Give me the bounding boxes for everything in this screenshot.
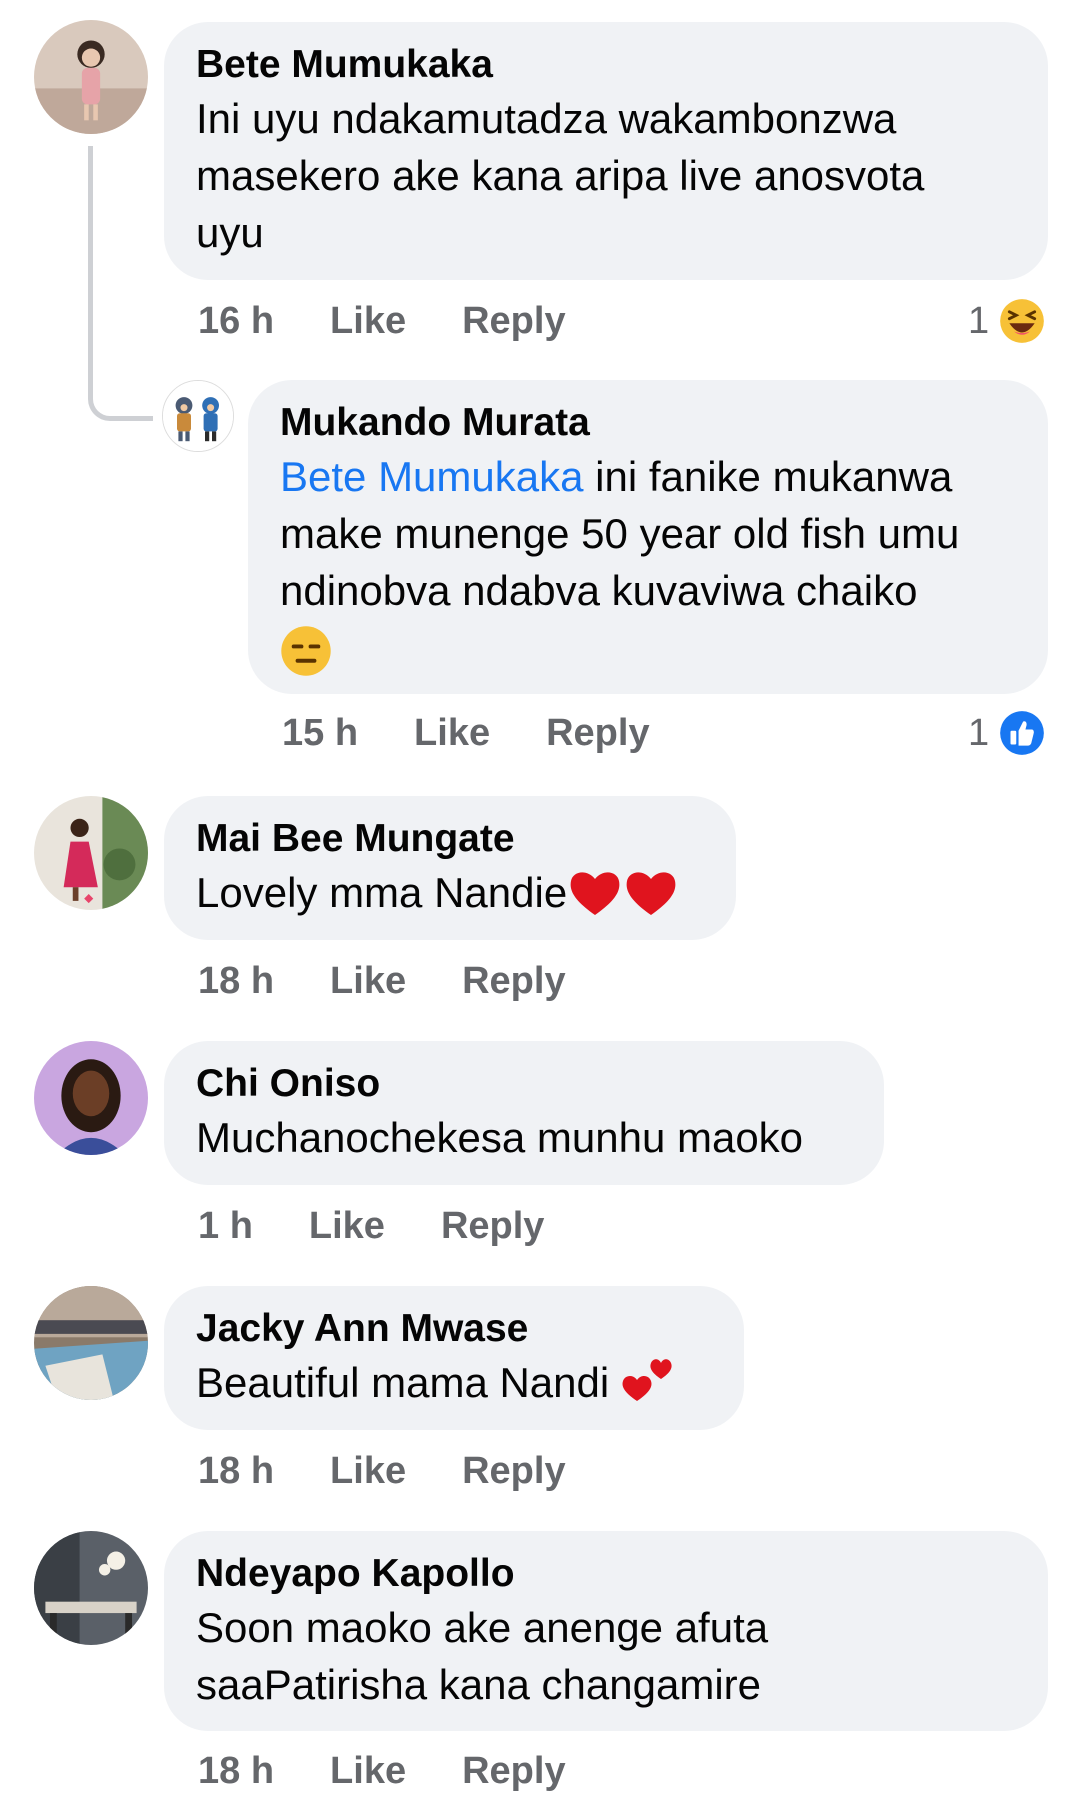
comment-text-line: Bete Mumukaka ini fanike mukanwa bbox=[280, 448, 1016, 505]
comment-actions: 1 h Like Reply bbox=[198, 1201, 544, 1251]
like-thumb-icon bbox=[1000, 711, 1044, 755]
comment-emoji-line bbox=[280, 619, 1016, 676]
comment-time[interactable]: 16 h bbox=[198, 300, 274, 343]
comment-author[interactable]: Mukando Murata bbox=[280, 398, 1016, 448]
cartoon-figures-avatar bbox=[163, 381, 233, 451]
comment-bubble: Chi Oniso Muchanochekesa munhu maoko bbox=[164, 1041, 884, 1185]
comment-author[interactable]: Ndeyapo Kapollo bbox=[196, 1549, 1016, 1599]
laughing-face-icon bbox=[1000, 299, 1044, 343]
avatar[interactable] bbox=[34, 1286, 148, 1400]
reply-button[interactable]: Reply bbox=[546, 712, 649, 755]
expressionless-face-icon bbox=[281, 626, 331, 676]
woman-portrait-avatar bbox=[34, 1041, 148, 1155]
comment-time[interactable]: 15 h bbox=[282, 712, 358, 755]
comment-author[interactable]: Chi Oniso bbox=[196, 1059, 852, 1109]
like-button[interactable]: Like bbox=[330, 960, 406, 1003]
reaction-count: 1 bbox=[968, 299, 990, 342]
comment-bubble: Jacky Ann Mwase Beautiful mama Nandi bbox=[164, 1286, 744, 1430]
comment-text-line: masekero ake kana aripa live anosvota bbox=[196, 152, 925, 199]
reaction-summary[interactable]: 1 bbox=[968, 708, 1045, 758]
comment-time[interactable]: 18 h bbox=[198, 1750, 274, 1793]
like-button[interactable]: Like bbox=[330, 1450, 406, 1493]
comment-actions: 18 h Like Reply bbox=[198, 956, 566, 1006]
reply-button[interactable]: Reply bbox=[462, 1750, 565, 1793]
comment-text-line: make munenge 50 year old fish umu bbox=[280, 510, 960, 557]
woman-red-dress-avatar bbox=[34, 796, 148, 910]
reply-button[interactable]: Reply bbox=[462, 300, 565, 343]
comment-text-line: uyu bbox=[196, 209, 264, 256]
dining-room-avatar bbox=[34, 1531, 148, 1645]
comment-author[interactable]: Mai Bee Mungate bbox=[196, 814, 704, 864]
mention-link[interactable]: Bete Mumukaka bbox=[280, 453, 583, 500]
reaction-summary[interactable]: 1 bbox=[968, 296, 1045, 346]
avatar[interactable] bbox=[34, 796, 148, 910]
comment-text: Beautiful mama Nandi bbox=[196, 1359, 621, 1406]
avatar[interactable] bbox=[34, 20, 148, 134]
like-button[interactable]: Like bbox=[330, 300, 406, 343]
like-button[interactable]: Like bbox=[309, 1205, 385, 1248]
comment-text: Lovely mma Nandie bbox=[196, 869, 568, 916]
like-button[interactable]: Like bbox=[414, 712, 490, 755]
comment-text-line: Ini uyu ndakamutadza wakambonzwa bbox=[196, 95, 897, 142]
comment-text-line: ndinobva ndabva kuvaviwa chaiko bbox=[280, 567, 918, 614]
reply-button[interactable]: Reply bbox=[462, 1450, 565, 1493]
like-button[interactable]: Like bbox=[330, 1750, 406, 1793]
comment-time[interactable]: 18 h bbox=[198, 1450, 274, 1493]
comment-text-line: Lovely mma Nandie bbox=[196, 864, 704, 921]
child-photo-avatar bbox=[34, 20, 148, 134]
comment-time[interactable]: 18 h bbox=[198, 960, 274, 1003]
reaction-count: 1 bbox=[968, 711, 990, 754]
comment-text-fragment: ini fanike mukanwa bbox=[583, 453, 953, 500]
reply-button[interactable]: Reply bbox=[462, 960, 565, 1003]
avatar[interactable] bbox=[162, 380, 234, 452]
comment-author[interactable]: Jacky Ann Mwase bbox=[196, 1304, 712, 1354]
two-red-hearts-icon bbox=[570, 872, 676, 915]
comment-actions: 16 h Like Reply bbox=[198, 296, 566, 346]
comment-text-line: saaPatirisha kana changamire bbox=[196, 1661, 761, 1708]
comment-author[interactable]: Bete Mumukaka bbox=[196, 40, 1016, 90]
comment-bubble: Mai Bee Mungate Lovely mma Nandie bbox=[164, 796, 736, 940]
comment-bubble: Ndeyapo Kapollo Soon maoko ake anenge af… bbox=[164, 1531, 1048, 1731]
avatar[interactable] bbox=[34, 1041, 148, 1155]
avatar[interactable] bbox=[34, 1531, 148, 1645]
comment-bubble: Bete Mumukaka Ini uyu ndakamutadza wakam… bbox=[164, 22, 1048, 280]
reply-button[interactable]: Reply bbox=[441, 1205, 544, 1248]
pool-photo-avatar bbox=[34, 1286, 148, 1400]
reply-thread-line bbox=[88, 146, 153, 421]
comment-actions: 15 h Like Reply bbox=[282, 708, 650, 758]
comment-text-line: Soon maoko ake anenge afuta bbox=[196, 1604, 769, 1651]
comment-actions: 18 h Like Reply bbox=[198, 1446, 566, 1496]
comment-text-line: Muchanochekesa munhu maoko bbox=[196, 1114, 804, 1161]
comment-bubble: Mukando Murata Bete Mumukaka ini fanike … bbox=[248, 380, 1048, 694]
comment-actions: 18 h Like Reply bbox=[198, 1746, 566, 1796]
comment-text-line: Beautiful mama Nandi bbox=[196, 1354, 712, 1411]
comment-time[interactable]: 1 h bbox=[198, 1205, 253, 1248]
two-hearts-icon bbox=[622, 1359, 672, 1401]
